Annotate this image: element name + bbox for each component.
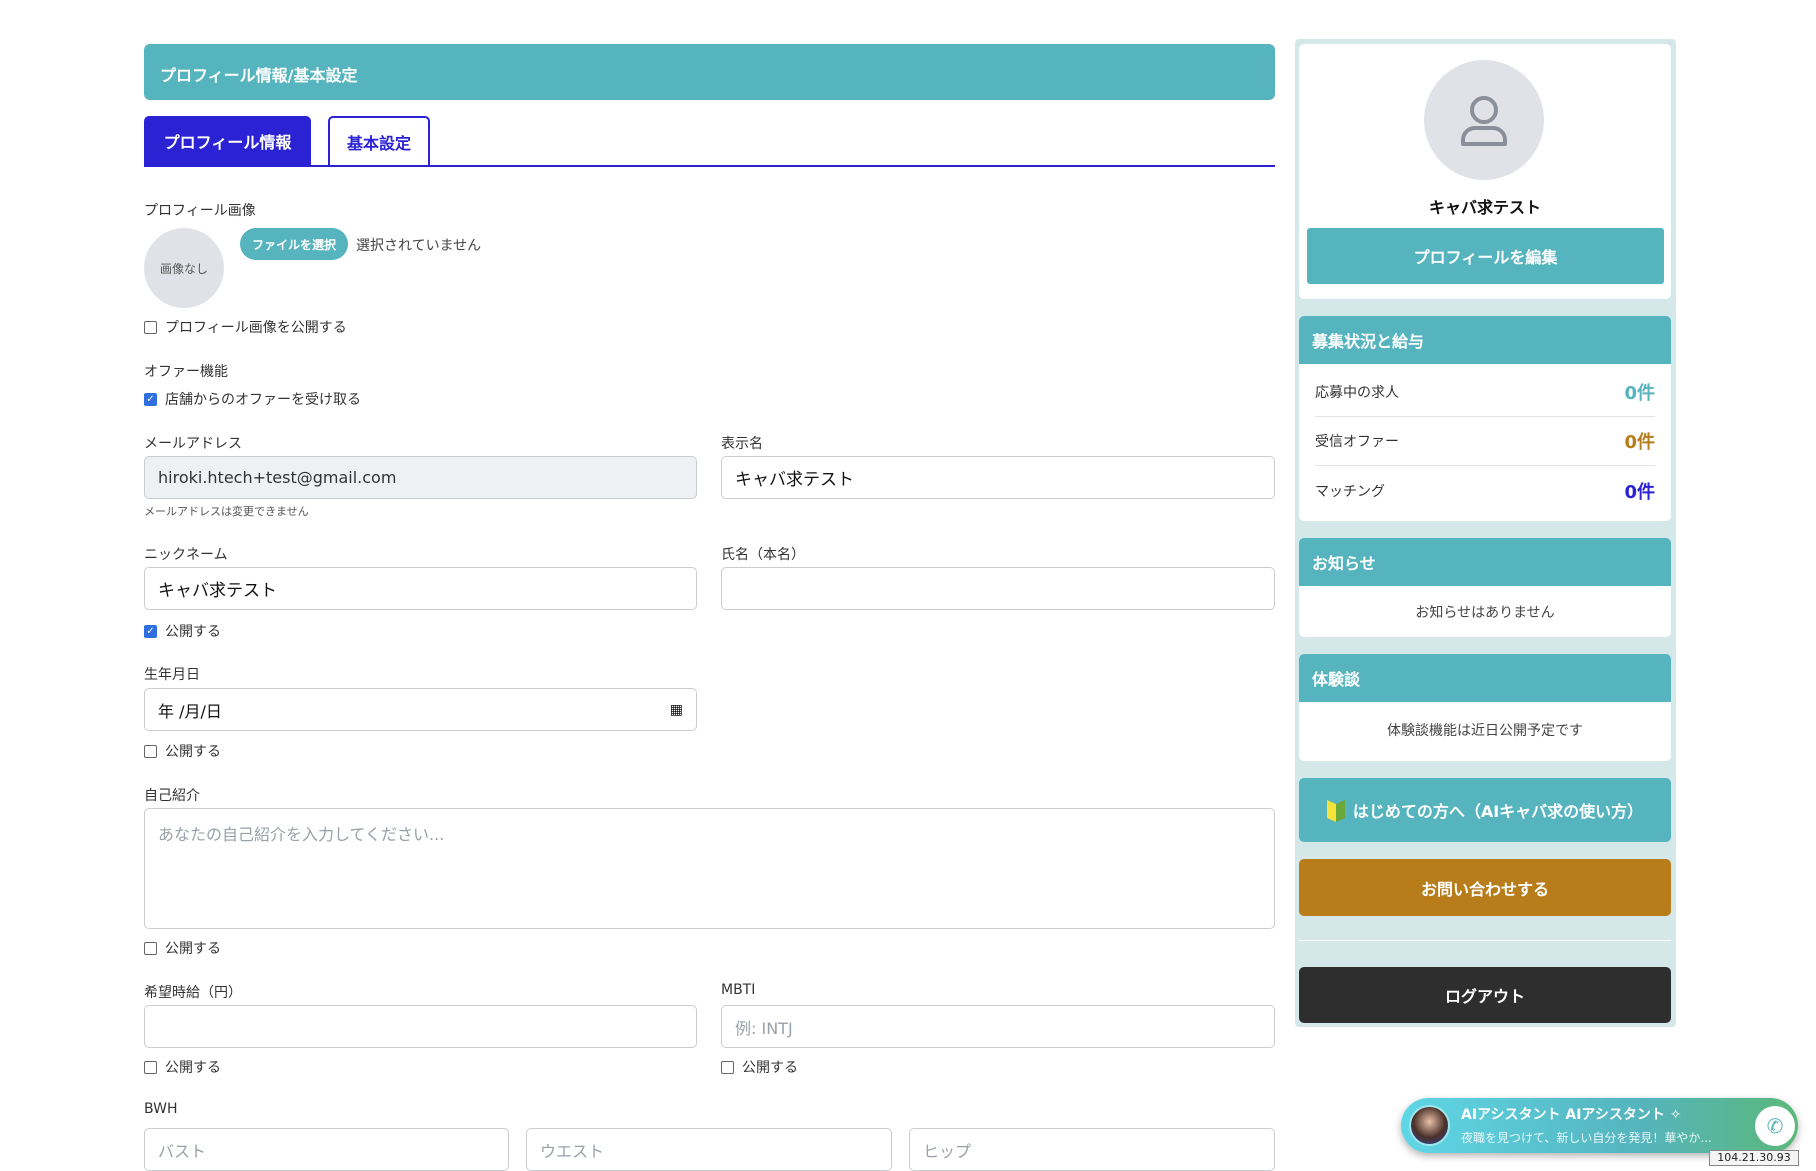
- display-name-input[interactable]: キャバ求テスト: [721, 456, 1275, 499]
- real-name-input[interactable]: [721, 567, 1275, 610]
- email-field: hiroki.htech+test@gmail.com: [144, 456, 697, 499]
- publish-wage-checkbox[interactable]: 公開する: [144, 1057, 221, 1077]
- nickname-label: ニックネーム: [144, 547, 228, 563]
- checkbox[interactable]: [144, 744, 157, 758]
- no-image-text: 画像なし: [159, 261, 208, 276]
- checkbox[interactable]: [721, 1060, 734, 1074]
- publish-profile-image-checkbox[interactable]: プロフィール画像を公開する: [144, 317, 347, 337]
- date-value: 年 /月/日: [158, 701, 222, 721]
- mbti-label: MBTI: [721, 982, 756, 998]
- edit-profile-button[interactable]: プロフィールを編集: [1307, 228, 1664, 284]
- logout-button[interactable]: ログアウト: [1299, 967, 1671, 1023]
- stat-value: 0件: [1624, 481, 1655, 503]
- checkbox[interactable]: [144, 941, 157, 955]
- birthday-input[interactable]: 年 /月/日 ▦: [144, 688, 697, 731]
- ai-assistant-widget[interactable]: AIアシスタント AIアシスタント ✧ 夜職を見つけて、新しい自分を発見！華やか…: [1401, 1098, 1798, 1153]
- assistant-subtitle: 夜職を見つけて、新しい自分を発見！華やか...: [1461, 1131, 1712, 1145]
- profile-card: キャバ求テスト プロフィールを編集: [1299, 44, 1671, 299]
- hip-input[interactable]: ヒップ: [909, 1128, 1275, 1171]
- experience-title: 体験談: [1299, 654, 1671, 702]
- beginner-guide-label: はじめての方へ（AIキャバ求の使い方）: [1352, 802, 1644, 821]
- tab-basic-settings[interactable]: 基本設定: [328, 116, 430, 166]
- stat-label: 受信オファー: [1315, 434, 1399, 450]
- checkbox-label: 公開する: [742, 1060, 798, 1076]
- checkbox-label: 店舗からのオファーを受け取る: [165, 392, 361, 408]
- publish-birthday-checkbox[interactable]: 公開する: [144, 741, 221, 761]
- beginner-mark-icon: [1326, 800, 1345, 822]
- email-note: メールアドレスは変更できません: [144, 505, 309, 518]
- assistant-avatar: [1409, 1105, 1450, 1146]
- email-label: メールアドレス: [144, 436, 242, 452]
- choose-file-button[interactable]: ファイルを選択: [240, 228, 348, 260]
- waist-input[interactable]: ウエスト: [526, 1128, 892, 1171]
- nickname-input[interactable]: キャバ求テスト: [144, 567, 697, 610]
- wage-label: 希望時給（円）: [144, 985, 242, 1001]
- checkbox-label: 公開する: [165, 941, 221, 957]
- avatar: [1424, 60, 1544, 180]
- publish-nickname-checkbox[interactable]: ✓ 公開する: [144, 621, 221, 641]
- user-icon: [1461, 96, 1507, 146]
- checkbox[interactable]: [144, 320, 157, 334]
- news-card: お知らせ お知らせはありません: [1299, 538, 1671, 637]
- phone-call-icon[interactable]: ✆: [1755, 1106, 1795, 1146]
- wage-input[interactable]: [144, 1005, 697, 1048]
- experience-card: 体験談 体験談機能は近日公開予定です: [1299, 654, 1671, 761]
- sparkle-icon: ✧: [1669, 1107, 1682, 1123]
- beginner-guide-button[interactable]: はじめての方へ（AIキャバ求の使い方）: [1299, 778, 1671, 842]
- intro-label: 自己紹介: [144, 788, 200, 804]
- stat-row-applications[interactable]: 応募中の求人 0件: [1315, 368, 1655, 417]
- recruit-status-title: 募集状況と給与: [1299, 316, 1671, 364]
- checkbox-label: 公開する: [165, 744, 221, 760]
- stat-value: 0件: [1624, 432, 1655, 453]
- publish-mbti-checkbox[interactable]: 公開する: [721, 1057, 798, 1077]
- assistant-title: AIアシスタント AIアシスタント ✧: [1461, 1107, 1682, 1123]
- experience-empty: 体験談機能は近日公開予定です: [1387, 723, 1583, 739]
- receive-offers-checkbox[interactable]: ✓ 店舗からのオファーを受け取る: [144, 389, 361, 409]
- checkbox-checked[interactable]: ✓: [144, 624, 157, 638]
- page-header: プロフィール情報/基本設定: [144, 44, 1275, 100]
- checkbox-checked[interactable]: ✓: [144, 392, 157, 406]
- sidebar-divider: [1299, 940, 1671, 941]
- news-empty: お知らせはありません: [1415, 605, 1555, 621]
- tab-divider: [144, 165, 1275, 167]
- stat-row-offers[interactable]: 受信オファー 0件: [1315, 417, 1655, 466]
- display-name-label: 表示名: [721, 436, 763, 452]
- recruit-status-card: 募集状況と給与 応募中の求人 0件 受信オファー 0件 マッチング 0件: [1299, 316, 1671, 521]
- checkbox-label: 公開する: [165, 1060, 221, 1076]
- stat-label: マッチング: [1315, 483, 1385, 500]
- ip-badge: 104.21.30.93: [1709, 1150, 1799, 1166]
- profile-image-placeholder: 画像なし: [144, 228, 224, 308]
- stat-row-matching[interactable]: マッチング 0件: [1315, 466, 1655, 515]
- profile-name: キャバ求テスト: [1428, 198, 1541, 217]
- birthday-label: 生年月日: [144, 667, 200, 683]
- stat-value: 0件: [1624, 383, 1655, 404]
- publish-intro-checkbox[interactable]: 公開する: [144, 938, 221, 958]
- checkbox-label: 公開する: [165, 624, 221, 640]
- stat-label: 応募中の求人: [1315, 385, 1399, 401]
- calendar-icon[interactable]: ▦: [670, 702, 683, 718]
- checkbox[interactable]: [144, 1060, 157, 1074]
- real-name-label: 氏名（本名）: [721, 547, 805, 563]
- file-status: 選択されていません: [356, 238, 482, 254]
- bust-input[interactable]: バスト: [144, 1128, 509, 1171]
- intro-textarea[interactable]: あなたの自己紹介を入力してください...: [144, 808, 1275, 929]
- contact-button[interactable]: お問い合わせする: [1299, 859, 1671, 916]
- offer-label: オファー機能: [144, 364, 228, 380]
- mbti-input[interactable]: 例: INTJ: [721, 1005, 1275, 1048]
- tab-profile-info[interactable]: プロフィール情報: [144, 116, 311, 166]
- news-title: お知らせ: [1299, 538, 1671, 586]
- profile-image-label: プロフィール画像: [144, 203, 256, 219]
- checkbox-label: プロフィール画像を公開する: [165, 320, 347, 336]
- bwh-label: BWH: [144, 1101, 178, 1117]
